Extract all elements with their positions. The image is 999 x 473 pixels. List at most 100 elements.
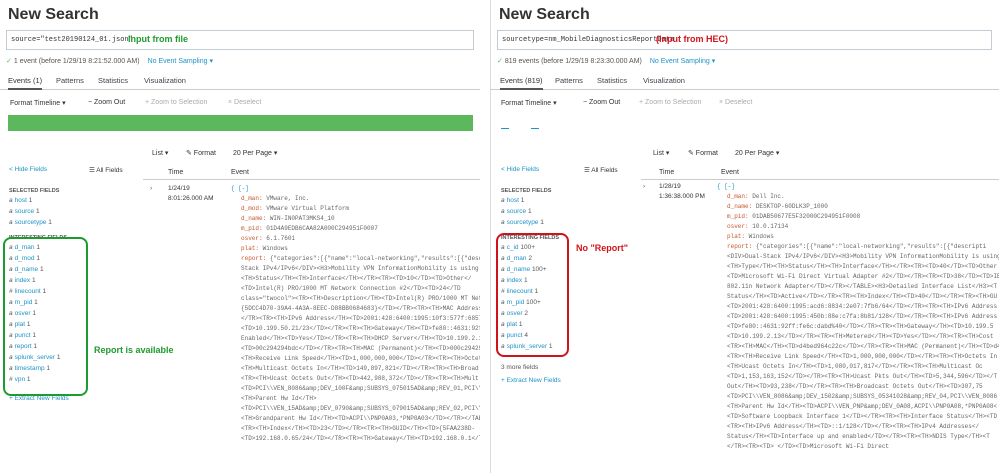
format-button[interactable]: ✎ Format: [186, 149, 216, 157]
col-time[interactable]: Time: [168, 169, 183, 176]
tab-events[interactable]: Events (1): [8, 76, 43, 90]
check-icon: ✓: [6, 58, 12, 65]
event-line: d_man: Dell Inc.: [727, 193, 785, 200]
event-sampling-dropdown[interactable]: No Event Sampling ▾: [148, 58, 213, 65]
list-dropdown[interactable]: List ▾: [653, 149, 669, 157]
field-count: 1: [527, 208, 532, 215]
event-count: ✓ 819 events (before 1/29/19 8:23:30.000 …: [497, 57, 715, 65]
per-page-dropdown[interactable]: 20 Per Page ▾: [735, 149, 779, 157]
col-event[interactable]: Event: [231, 169, 249, 176]
field-type-icon: a: [9, 208, 13, 215]
deselect-button[interactable]: × Deselect: [228, 99, 261, 106]
tab-patterns[interactable]: Patterns: [555, 76, 583, 85]
event-line: m_pid: 01D4A9EDB6CAA82A000C294951F0007: [241, 225, 378, 232]
col-time[interactable]: Time: [659, 169, 674, 176]
field-type-icon: a: [501, 219, 505, 226]
red-highlight-box: [496, 233, 569, 357]
event-line: osver: 6.1.7601: [241, 235, 296, 242]
deselect-button[interactable]: × Deselect: [719, 99, 752, 106]
event-line: <TD>10.199.2.13</TD></TR><TR><TH>Metered…: [727, 333, 994, 340]
event-line: <TD>Software Loopback Interface 1</TD></…: [727, 413, 998, 420]
tab-patterns[interactable]: Patterns: [56, 76, 84, 85]
event-line: m_pid: 01DAB50677E5F32000C294951F0008: [727, 213, 861, 220]
tab-statistics[interactable]: Statistics: [98, 76, 128, 85]
field-source[interactable]: a source 1: [501, 206, 636, 217]
annotation-input-from-file: Input from file: [128, 34, 188, 44]
page-title: New Search: [8, 6, 99, 23]
timeline-bar[interactable]: [8, 115, 473, 131]
zoom-out-button[interactable]: − Zoom Out: [88, 99, 125, 106]
event-line: <TD>2001:428:6400:1995:acd6:8834:2e07:7f…: [727, 303, 998, 310]
field-name: sourcetype: [14, 219, 47, 226]
field-sourcetype[interactable]: a sourcetype 1: [501, 217, 636, 228]
event-line: <TD>00c294294bdc</TD></TR><TR><TH>MAC (P…: [241, 345, 480, 352]
event-line: <TD>10.199.50.21/23</TD></TR><TR><TH>Gat…: [241, 325, 480, 332]
event-line: report: {"categories":[{"name":"local-ne…: [727, 243, 987, 250]
event-body: { [-] d_man: Dell Inc. d_name: DESKTOP-60D…: [717, 182, 999, 473]
selected-fields-list: a host 1 a source 1 a sourcetype 1: [501, 195, 636, 228]
tab-statistics[interactable]: Statistics: [597, 76, 627, 85]
event-line: <TH>Grandparent Hw Id</TH><TD>ACPI\\PNP0…: [241, 415, 480, 422]
hide-fields-button[interactable]: < Hide Fields: [501, 166, 539, 173]
expand-chevron-icon[interactable]: ›: [643, 183, 645, 190]
event-line: <TH>Ucast Octets In</TH><TD>1,080,017,81…: [727, 363, 983, 370]
zoom-out-button[interactable]: − Zoom Out: [583, 99, 620, 106]
format-button[interactable]: ✎ Format: [688, 149, 718, 157]
selected-fields-header: SELECTED FIELDS: [9, 188, 60, 194]
event-line: <TR><TH>IPv6 Address</TH><TD>::1/128</TD…: [727, 423, 980, 430]
field-name: sourcetype: [506, 219, 539, 226]
selected-fields-list: a host 1 a source 1 a sourcetype 1: [9, 195, 139, 228]
field-sourcetype[interactable]: a sourcetype 1: [9, 217, 139, 228]
event-line: osver: 10.0.17134: [727, 223, 789, 230]
field-name: host: [14, 197, 27, 204]
hide-fields-button[interactable]: < Hide Fields: [9, 166, 47, 173]
zoom-to-selection-button[interactable]: + Zoom to Selection: [639, 99, 701, 106]
event-time: 1:36:38.000 PM: [659, 193, 705, 200]
all-fields-button[interactable]: ☰ All Fields: [584, 166, 618, 174]
tab-visualization[interactable]: Visualization: [643, 76, 685, 85]
event-line: Enabled</TH><TD>Yes</TD></TR><TR><TH>DHC…: [241, 335, 480, 342]
col-event[interactable]: Event: [721, 169, 739, 176]
event-line: <TD>192.168.0.65/24</TD></TR><TR><TH>Gat…: [241, 435, 480, 442]
annotation-no-report: No "Report": [576, 243, 629, 253]
results-tabs: Events (1) Patterns Statistics Visualiza…: [0, 72, 480, 90]
event-body: { [-] d_man: VMware, Inc. d_mod: VMware Vi…: [231, 184, 480, 473]
format-timeline-button[interactable]: Format Timeline ▾: [501, 99, 557, 107]
field-host[interactable]: a host 1: [9, 195, 139, 206]
event-line: <TD>2001:428:6400:1995:450b:88e:c7fa:8b8…: [727, 313, 998, 320]
event-count-text: 1 event (before 1/29/19 8:21:52.000 AM): [13, 58, 140, 65]
search-input[interactable]: sourcetype=nm_MobileDiagnosticsReportDat…: [497, 30, 992, 50]
zoom-to-selection-button[interactable]: + Zoom to Selection: [145, 99, 207, 106]
check-icon: ✓: [497, 58, 503, 65]
extract-new-fields-link[interactable]: + Extract New Fields: [501, 375, 636, 386]
tab-visualization[interactable]: Visualization: [144, 76, 186, 85]
event-line: <DIV>Dual-Stack IPv4/IPv6</DIV><H3>Mobil…: [727, 253, 999, 260]
per-page-dropdown[interactable]: 20 Per Page ▾: [233, 149, 277, 157]
event-line: 802.11n Network Adapter</TD></TR></TABLE…: [727, 283, 998, 290]
field-count: 1: [35, 208, 40, 215]
field-source[interactable]: a source 1: [9, 206, 139, 217]
event-time: 8:01:26.000 AM: [168, 195, 214, 202]
event-line: class="twocol"><TR><TH>Description</TH><…: [241, 295, 480, 302]
results-header: Time Event: [143, 166, 480, 180]
event-line: <TD>PCI\\VEN_15AD&amp;DEV_0790&amp;SUBSY…: [241, 405, 480, 412]
event-line: <TD>PCI\\VEN_8086&amp;DEV_100F&amp;SUBSY…: [241, 385, 480, 392]
tab-events[interactable]: Events (819): [500, 76, 543, 90]
list-dropdown[interactable]: List ▾: [152, 149, 168, 157]
more-fields-link[interactable]: 3 more fields: [501, 362, 636, 373]
expand-chevron-icon[interactable]: ›: [150, 185, 152, 192]
format-timeline-button[interactable]: Format Timeline ▾: [10, 99, 66, 107]
results-header: Time Event: [641, 166, 999, 180]
event-date: 1/28/19: [659, 183, 681, 190]
field-type-icon: a: [9, 197, 13, 204]
event-line: <TR><TH>MAC</TH><TD>d4bed964c22c</TD></T…: [727, 343, 999, 350]
event-line: Status</TH><TD>Active</TD></TR><TR><TH>I…: [727, 293, 998, 300]
event-line: <TH>Parent Hw Id</TH><TD>ACPI\\VEN_PNP&a…: [727, 403, 998, 410]
search-input[interactable]: source="test20190124_01.json": [6, 30, 474, 50]
event-line: d_mod: VMware Virtual Platform: [241, 205, 350, 212]
all-fields-button[interactable]: ☰ All Fields: [89, 166, 123, 174]
field-host[interactable]: a host 1: [501, 195, 636, 206]
event-sampling-dropdown[interactable]: No Event Sampling ▾: [650, 58, 715, 65]
field-count: 1: [28, 197, 33, 204]
event-line: plat: Windows: [727, 233, 774, 240]
